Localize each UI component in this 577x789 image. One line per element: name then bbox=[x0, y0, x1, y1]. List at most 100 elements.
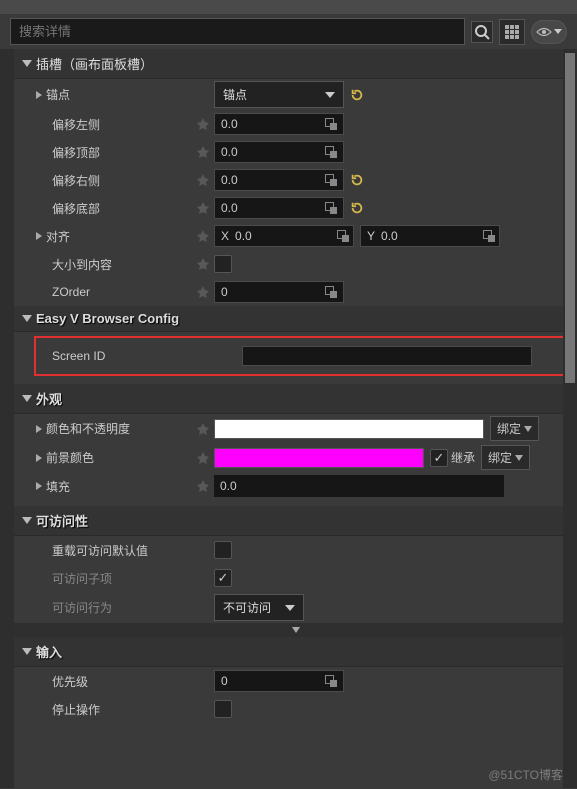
expand-icon bbox=[22, 60, 32, 67]
pin-icon[interactable] bbox=[196, 145, 210, 159]
grid-icon bbox=[505, 25, 519, 39]
anchor-label: 锚点 bbox=[46, 86, 70, 103]
top-edge bbox=[0, 0, 577, 14]
color-opacity-label: 颜色和不透明度 bbox=[46, 420, 130, 437]
pin-icon[interactable] bbox=[196, 173, 210, 187]
offset-bottom-label: 偏移底部 bbox=[52, 200, 100, 217]
size-icon bbox=[325, 174, 337, 186]
chevron-down-icon bbox=[292, 627, 300, 633]
zorder-label: ZOrder bbox=[52, 285, 90, 299]
scrollbar-thumb[interactable] bbox=[565, 53, 575, 383]
size-icon bbox=[483, 230, 495, 242]
search-input[interactable] bbox=[10, 18, 465, 45]
align-x-field[interactable]: X0.0 bbox=[214, 225, 354, 247]
show-advanced-button[interactable] bbox=[14, 623, 577, 637]
accessible-children-checkbox[interactable] bbox=[214, 569, 232, 587]
align-label: 对齐 bbox=[46, 228, 70, 245]
accessible-children-label: 可访问子项 bbox=[52, 570, 112, 587]
offset-left-label: 偏移左侧 bbox=[52, 116, 100, 133]
padding-label: 填充 bbox=[46, 478, 70, 495]
pin-icon[interactable] bbox=[196, 451, 210, 465]
offset-top-label: 偏移顶部 bbox=[52, 144, 100, 161]
zorder-field[interactable]: 0 bbox=[214, 281, 344, 303]
stop-action-label: 停止操作 bbox=[52, 701, 100, 718]
offset-left-field[interactable]: 0.0 bbox=[214, 113, 344, 135]
expand-icon[interactable] bbox=[36, 482, 42, 490]
chevron-down-icon bbox=[524, 426, 532, 432]
padding-field[interactable]: 0.0 bbox=[214, 475, 504, 497]
reset-button[interactable] bbox=[350, 88, 364, 102]
offset-top-field[interactable]: 0.0 bbox=[214, 141, 344, 163]
section-easyv[interactable]: Easy V Browser Config bbox=[14, 306, 577, 332]
stop-action-checkbox[interactable] bbox=[214, 700, 232, 718]
search-icon bbox=[474, 24, 490, 40]
fgcolor-label: 前景颜色 bbox=[46, 449, 94, 466]
fgcolor-swatch[interactable] bbox=[214, 448, 424, 468]
size-icon bbox=[325, 286, 337, 298]
expand-icon[interactable] bbox=[36, 425, 42, 433]
accessible-behavior-label: 可访问行为 bbox=[52, 599, 112, 616]
size-icon bbox=[325, 146, 337, 158]
bind-button[interactable]: 绑定 bbox=[490, 416, 539, 441]
size-icon bbox=[325, 202, 337, 214]
section-accessibility[interactable]: 可访问性 bbox=[14, 506, 577, 536]
chevron-down-icon bbox=[285, 605, 295, 611]
offset-bottom-field[interactable]: 0.0 bbox=[214, 197, 344, 219]
expand-icon[interactable] bbox=[36, 454, 42, 462]
eye-icon bbox=[536, 27, 552, 37]
pin-icon[interactable] bbox=[196, 229, 210, 243]
expand-icon bbox=[22, 315, 32, 322]
size-icon bbox=[325, 675, 337, 687]
pin-icon[interactable] bbox=[196, 201, 210, 215]
anchor-value: 锚点 bbox=[223, 86, 247, 103]
grid-view-button[interactable] bbox=[499, 19, 525, 45]
section-title: Easy V Browser Config bbox=[36, 311, 179, 326]
chevron-down-icon bbox=[325, 92, 335, 98]
offset-right-field[interactable]: 0.0 bbox=[214, 169, 344, 191]
expand-icon bbox=[22, 517, 32, 524]
align-y-field[interactable]: Y0.0 bbox=[360, 225, 500, 247]
section-input[interactable]: 输入 bbox=[14, 637, 577, 667]
override-accessible-label: 重载可访问默认值 bbox=[52, 542, 148, 559]
chevron-down-icon bbox=[515, 455, 523, 461]
chevron-down-icon bbox=[554, 29, 562, 34]
pin-icon[interactable] bbox=[196, 117, 210, 131]
highlight-box: Screen ID bbox=[34, 336, 565, 376]
watermark: @51CTO博客 bbox=[488, 766, 563, 783]
details-panel: 插槽（画布面板槽） 锚点 锚点 偏移左侧 0.0 偏移顶部 0.0 偏移右侧 0… bbox=[14, 49, 577, 788]
search-bar bbox=[0, 14, 577, 49]
reset-button[interactable] bbox=[350, 201, 364, 215]
pin-icon[interactable] bbox=[196, 422, 210, 436]
expand-icon bbox=[22, 648, 32, 655]
inherit-checkbox[interactable] bbox=[430, 449, 448, 467]
priority-label: 优先级 bbox=[52, 673, 88, 690]
inherit-label: 继承 bbox=[451, 449, 475, 466]
section-title: 外观 bbox=[36, 389, 62, 408]
section-title: 可访问性 bbox=[36, 511, 88, 530]
search-button[interactable] bbox=[471, 21, 493, 43]
color-swatch[interactable] bbox=[214, 419, 484, 439]
expand-icon[interactable] bbox=[36, 232, 42, 240]
bind-button[interactable]: 绑定 bbox=[481, 445, 530, 470]
pin-icon[interactable] bbox=[196, 479, 210, 493]
expand-icon[interactable] bbox=[36, 91, 42, 99]
scrollbar[interactable] bbox=[563, 49, 577, 788]
anchor-dropdown[interactable]: 锚点 bbox=[214, 81, 344, 108]
pin-icon[interactable] bbox=[196, 257, 210, 271]
expand-icon bbox=[22, 395, 32, 402]
pin-icon[interactable] bbox=[196, 285, 210, 299]
override-accessible-checkbox[interactable] bbox=[214, 541, 232, 559]
offset-right-label: 偏移右侧 bbox=[52, 172, 100, 189]
priority-field[interactable]: 0 bbox=[214, 670, 344, 692]
section-title: 插槽（画布面板槽） bbox=[36, 54, 153, 73]
reset-button[interactable] bbox=[350, 173, 364, 187]
accessible-behavior-dropdown[interactable]: 不可访问 bbox=[214, 594, 304, 621]
section-appearance[interactable]: 外观 bbox=[14, 384, 577, 414]
screen-id-input[interactable] bbox=[242, 346, 532, 366]
section-slot[interactable]: 插槽（画布面板槽） bbox=[14, 49, 577, 79]
section-title: 输入 bbox=[36, 642, 62, 661]
left-gutter bbox=[0, 49, 14, 788]
size-icon bbox=[325, 118, 337, 130]
visibility-filter-button[interactable] bbox=[531, 20, 567, 44]
size-to-content-checkbox[interactable] bbox=[214, 255, 232, 273]
